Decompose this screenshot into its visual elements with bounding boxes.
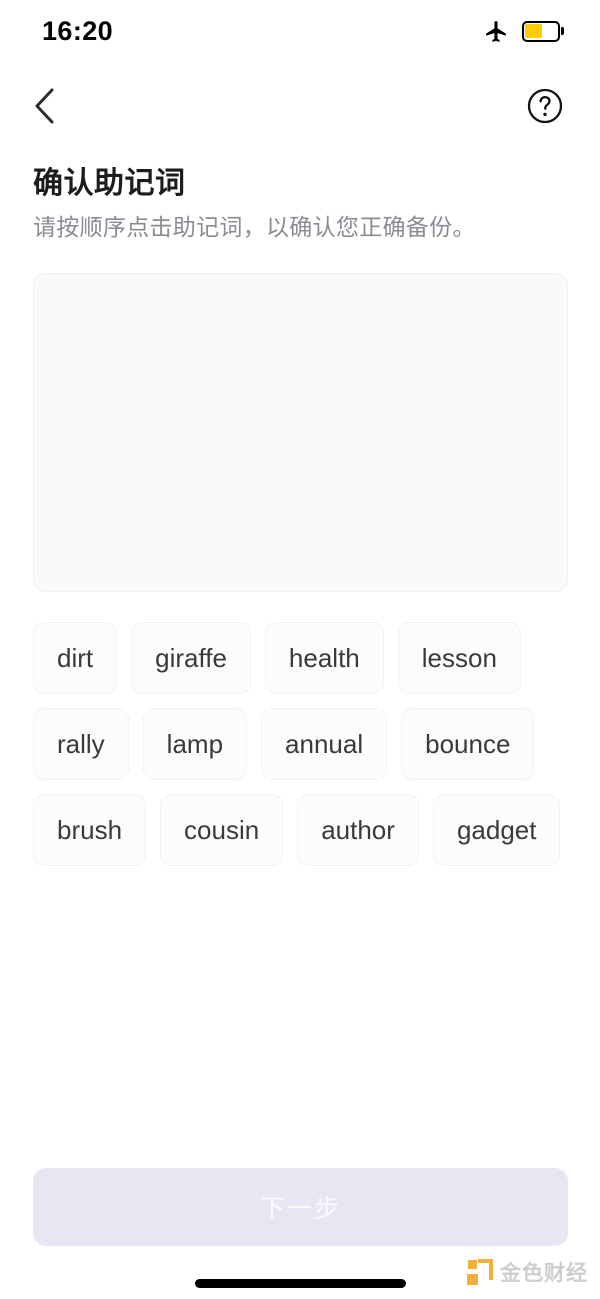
page-title: 确认助记词: [33, 167, 186, 200]
watermark: 金色财经: [467, 1257, 588, 1287]
word-chip[interactable]: author: [297, 794, 419, 866]
logo-shape-block: [467, 1274, 478, 1285]
chevron-left-icon: [35, 88, 54, 124]
battery-fill: [525, 23, 543, 38]
nav-bar: [0, 80, 600, 132]
word-chip[interactable]: health: [264, 622, 384, 694]
page-subtitle: 请按顺序点击助记词，以确认您正确备份。: [33, 214, 476, 240]
home-indicator: [195, 1279, 406, 1288]
battery-cap: [560, 27, 564, 35]
word-chip[interactable]: giraffe: [131, 622, 251, 694]
status-bar-time: 16:20: [42, 15, 114, 46]
airplane-mode-icon: [486, 20, 506, 42]
selected-words-panel[interactable]: [33, 273, 568, 592]
word-chip[interactable]: cousin: [160, 794, 284, 866]
word-pool: dirt giraffe health lesson rally lamp annual bo…: [33, 622, 568, 866]
word-chip[interactable]: lamp: [142, 708, 248, 780]
word-chip[interactable]: lesson: [397, 622, 521, 694]
word-chip[interactable]: brush: [33, 794, 147, 866]
help-button[interactable]: [523, 84, 567, 128]
logo-shape-square: [468, 1260, 477, 1269]
word-chip[interactable]: annual: [261, 708, 388, 780]
jinse-logo-icon: [467, 1259, 493, 1285]
question-circle-icon: [527, 88, 563, 124]
status-bar-indicators: [484, 19, 564, 44]
next-button[interactable]: 下一步: [33, 1168, 568, 1246]
page-heading: 确认助记词 请按顺序点击助记词，以确认您正确备份。: [33, 158, 573, 243]
back-button[interactable]: [22, 84, 66, 128]
word-chip[interactable]: dirt: [33, 622, 118, 694]
watermark-text: 金色财经: [500, 1262, 588, 1285]
battery-icon: [522, 20, 564, 42]
word-chip[interactable]: gadget: [432, 794, 561, 866]
logo-shape-outline: [478, 1259, 493, 1280]
word-chip[interactable]: rally: [33, 708, 129, 780]
status-bar: 16:20: [0, 0, 600, 62]
word-chip[interactable]: bounce: [401, 708, 535, 780]
app-screen: 16:20 确认助记词 请按顺序点击助记词，以确认您正确备份。 dirt gir…: [0, 0, 600, 1299]
